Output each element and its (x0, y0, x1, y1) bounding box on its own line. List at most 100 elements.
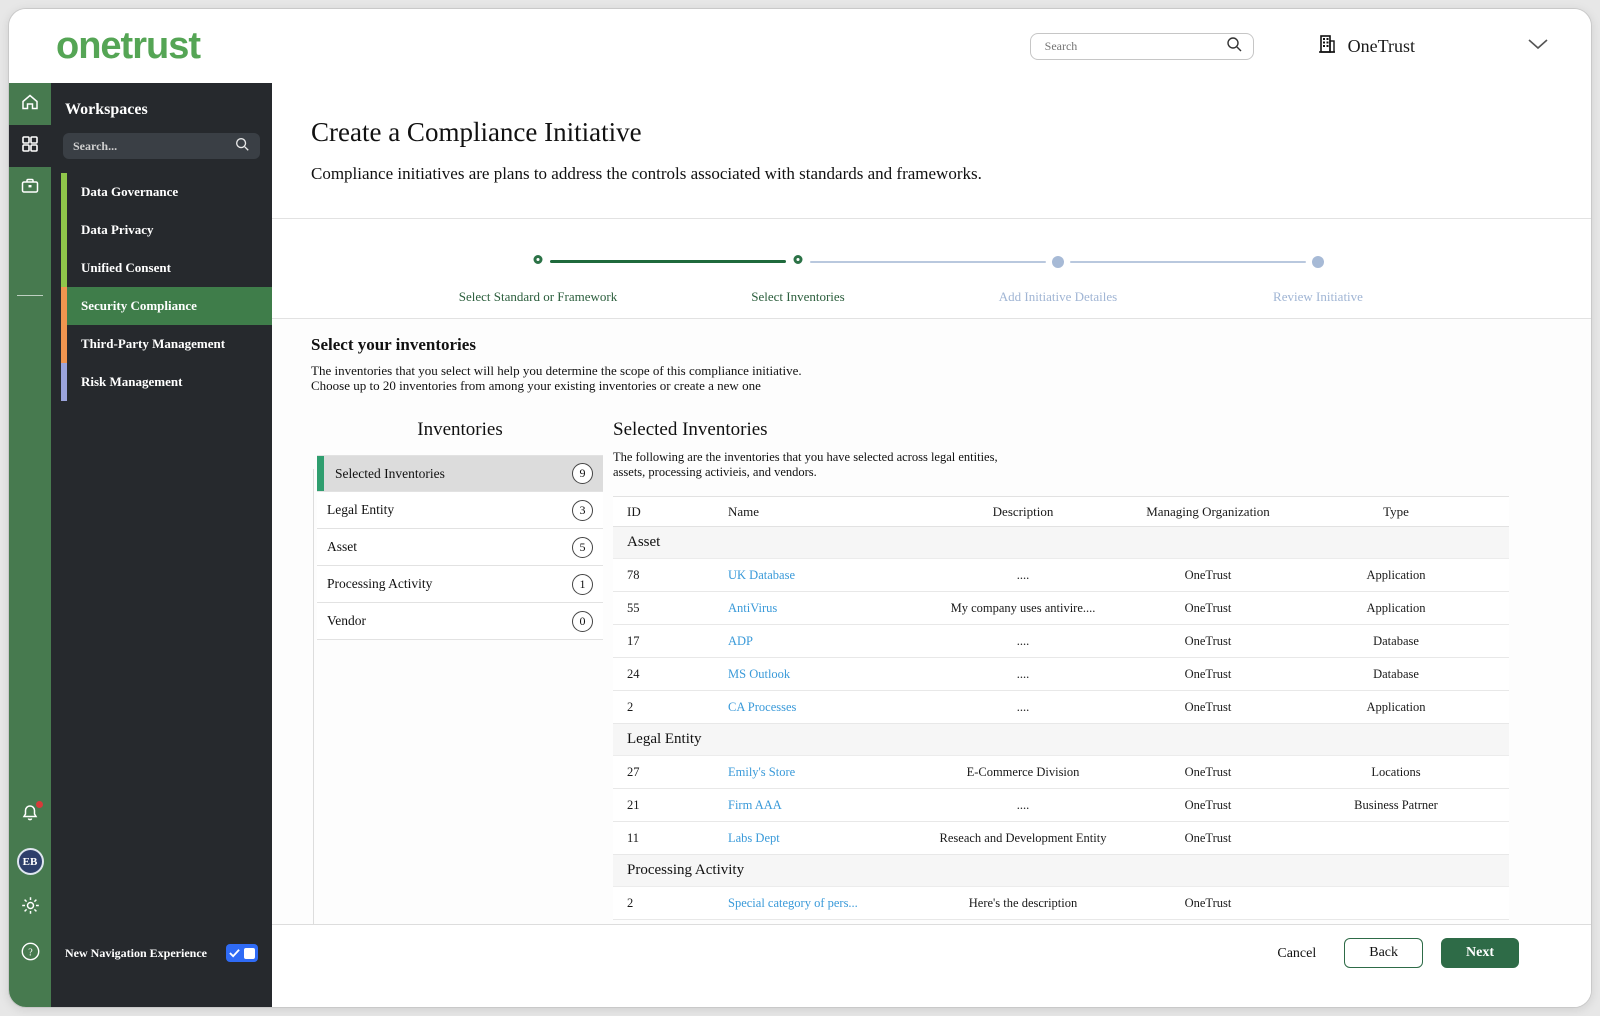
inventory-tab-processing-activity[interactable]: Processing Activity 1 (317, 566, 603, 603)
sidebar-item-security-compliance[interactable]: Security Compliance (51, 287, 272, 325)
cell-id: 24 (627, 666, 640, 681)
cell-managing-organization: OneTrust (1184, 600, 1232, 615)
step-label-select-inventories: Select Inventories (751, 289, 845, 304)
cell-name-link[interactable]: Labs Dept (728, 831, 913, 846)
cell-name-link[interactable]: CA Processes (728, 700, 913, 715)
global-search-input[interactable] (1044, 38, 1225, 54)
home-nav-button[interactable] (9, 83, 51, 125)
inventory-tab-selected-inventories[interactable]: Selected Inventories 9 (317, 455, 603, 492)
cell-description: My company uses antivire.... (950, 600, 1096, 615)
cell-type: Application (1366, 600, 1426, 615)
cell-name-link[interactable]: AntiVirus (728, 601, 913, 616)
workspaces-nav-button[interactable] (9, 125, 51, 167)
avatar[interactable]: EB (16, 848, 44, 875)
onetrust-logo: onetrust (56, 24, 201, 67)
sidebar-item-third-party-management[interactable]: Third-Party Management (51, 325, 272, 363)
cell-name-link[interactable]: Emily's Store (728, 765, 913, 780)
column-header-name: Name (728, 503, 760, 519)
sidebar-search-input[interactable] (73, 138, 234, 154)
step-label-select-standard-or-framework: Select Standard or Framework (458, 289, 618, 304)
notifications-button[interactable] (20, 801, 43, 828)
cell-managing-organization: OneTrust (1184, 764, 1232, 779)
cell-name-link[interactable]: Special category of pers... (728, 896, 913, 911)
sidebar-item-label: Security Compliance (67, 287, 272, 325)
cell-name-link[interactable]: ADP (728, 634, 913, 649)
inventory-tab-legal-entity[interactable]: Legal Entity 3 (317, 492, 603, 529)
section-description: The inventories that you select will hel… (311, 363, 802, 393)
briefcase-icon (20, 176, 40, 201)
back-button[interactable]: Back (1344, 938, 1423, 968)
step-label-review-initiative: Review Initiative (1273, 289, 1363, 304)
selected-inventories-panel: Selected Inventories The following are t… (613, 419, 1509, 920)
sidebar-item-data-governance[interactable]: Data Governance (51, 173, 272, 211)
selected-inventories-table: ID Name Description Managing Organizatio… (613, 496, 1509, 920)
cell-description: .... (1016, 633, 1030, 648)
toggle-knob (244, 947, 255, 959)
column-header-id: ID (627, 503, 641, 519)
notification-badge (36, 801, 43, 808)
table-row: 21 Firm AAA.... OneTrust Business Patrner (613, 789, 1509, 822)
scrollbar-track[interactable] (313, 469, 314, 924)
table-group-header-legal-entity: Legal Entity (613, 724, 1509, 756)
projects-nav-button[interactable] (9, 167, 51, 209)
next-button[interactable]: Next (1441, 938, 1519, 968)
inventories-list: Selected Inventories 9 Legal Entity 3 Asset 5… (317, 455, 603, 640)
tenant-switcher[interactable]: OneTrust (1316, 33, 1415, 60)
sidebar-item-unified-consent[interactable]: Unified Consent (51, 249, 272, 287)
workspace-list: Data Governance Data Privacy Unified Conse… (51, 173, 272, 401)
sidebar-item-risk-management[interactable]: Risk Management (51, 363, 272, 401)
tenant-name: OneTrust (1347, 35, 1415, 56)
cell-managing-organization: OneTrust (1184, 666, 1232, 681)
inventory-count-badge: 0 (572, 610, 593, 632)
help-button[interactable]: ? (20, 941, 41, 967)
table-row: 17 ADP.... OneTrust Database (613, 625, 1509, 658)
cell-description: .... (1016, 666, 1030, 681)
page-subtitle: Compliance initiatives are plans to addr… (311, 164, 982, 183)
cell-name-link[interactable]: UK Database (728, 568, 913, 583)
icon-rail: EB ? (9, 83, 51, 1007)
cell-id: 78 (627, 567, 640, 582)
step-circle-select-inventories (793, 255, 803, 264)
column-header-managing-organization: Managing Organization (1146, 503, 1270, 519)
cell-description: .... (1016, 699, 1030, 714)
cell-description: Reseach and Development Entity (939, 830, 1107, 845)
table-group-header-asset: Asset (613, 527, 1509, 559)
sidebar-item-data-privacy[interactable]: Data Privacy (51, 211, 272, 249)
cell-name-link[interactable]: Firm AAA (728, 798, 913, 813)
cell-id: 2 (627, 895, 634, 910)
sidebar-item-label: Unified Consent (81, 260, 171, 275)
cell-managing-organization: OneTrust (1184, 633, 1232, 648)
inventory-count-badge: 3 (572, 499, 593, 521)
global-search[interactable] (1029, 32, 1254, 60)
inventory-tab-asset[interactable]: Asset 5 (317, 529, 603, 566)
chevron-down-icon[interactable] (1527, 37, 1549, 55)
svg-text:?: ? (28, 947, 33, 958)
stepper: Select Standard or Framework Select Inven… (272, 219, 1591, 318)
table-row: 55 AntiVirus My company uses antivire.... O… (613, 592, 1509, 625)
inventory-count-badge: 1 (572, 573, 593, 595)
app-window: onetrust Search OneTrust EB ? Workspaces… (8, 8, 1592, 1008)
sidebar-item-label: Risk Management (81, 374, 183, 389)
grid-icon (20, 134, 40, 159)
cell-id: 17 (627, 633, 640, 648)
inventory-tab-label: Asset (327, 539, 357, 554)
sidebar-search[interactable] (63, 133, 260, 159)
inventory-tab-label: Processing Activity (327, 576, 433, 591)
sidebar-title: Workspaces (65, 101, 148, 118)
table-row: 2 CA Processes.... OneTrust Application (613, 691, 1509, 724)
step-circle-add-initiative-detailes (1052, 256, 1064, 268)
inventory-tab-vendor[interactable]: Vendor 0 (317, 603, 603, 640)
cell-name-link[interactable]: MS Outlook (728, 667, 913, 682)
select-inventories-section: Select your inventories The inventories … (272, 319, 1591, 924)
cell-id: 21 (627, 797, 640, 812)
cell-id: 55 (627, 600, 640, 615)
settings-button[interactable] (20, 895, 41, 921)
wizard-footer: Cancel Back Next (272, 924, 1591, 1007)
inventory-tab-label: Vendor (327, 613, 366, 628)
inventory-count-badge: 5 (572, 536, 593, 558)
cancel-button[interactable]: Cancel (1267, 938, 1326, 970)
cell-id: 27 (627, 764, 640, 779)
new-navigation-toggle[interactable] (226, 944, 258, 962)
workspaces-sidebar: Workspaces Data Governance Data Privacy Un… (51, 83, 272, 1007)
main-content: Create a Compliance Initiative Complianc… (272, 83, 1591, 1007)
